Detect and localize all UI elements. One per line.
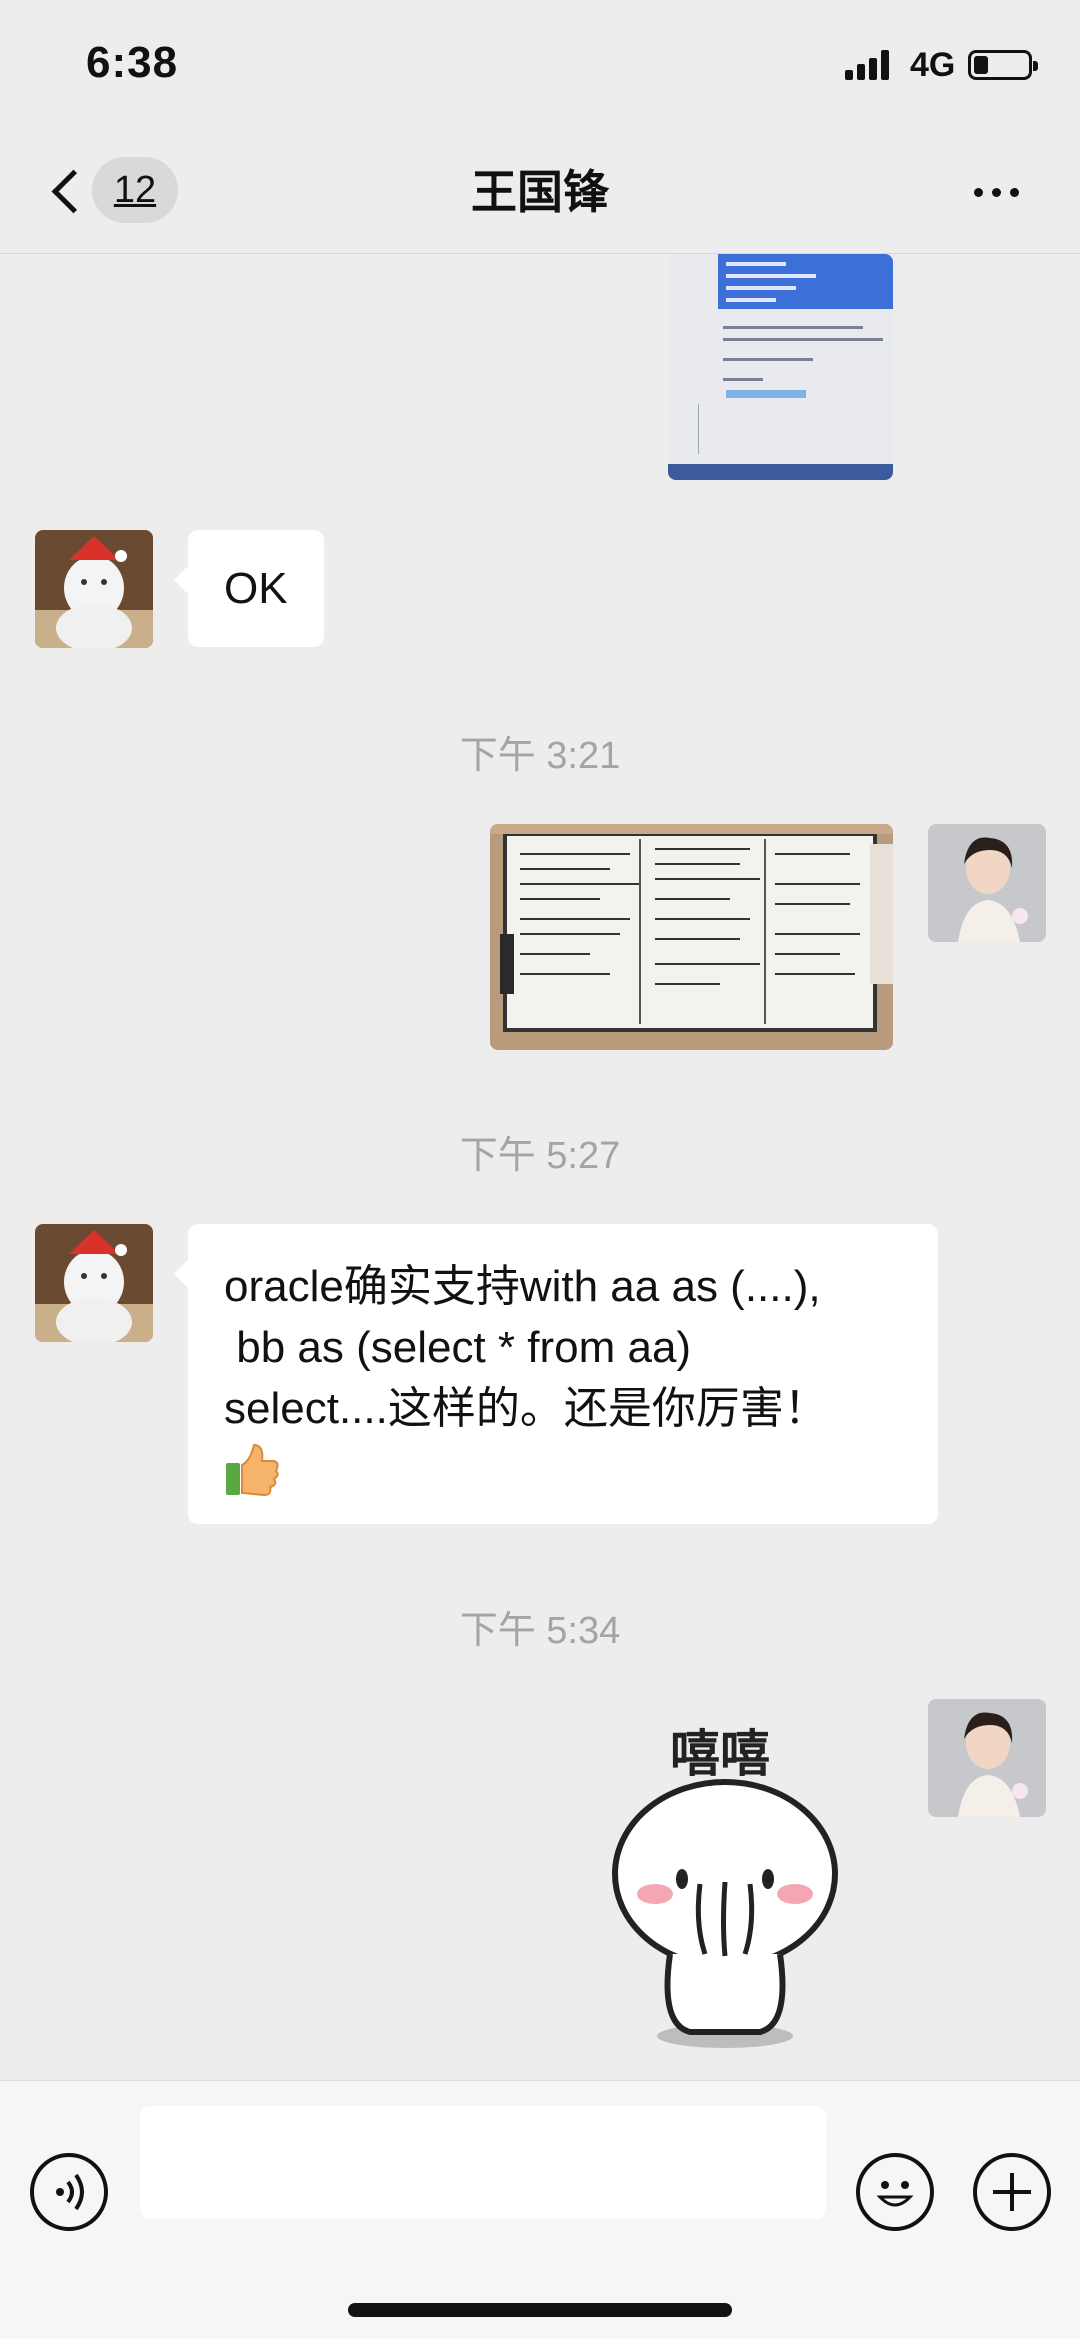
message-bubble-ok[interactable]: OK (174, 530, 324, 647)
message-sticker[interactable]: 嘻嘻 (600, 1714, 850, 2054)
chat-header: 12 王国锋 (0, 130, 1080, 254)
network-type: 4G (910, 46, 956, 84)
emoji-icon[interactable] (856, 2153, 934, 2231)
message-text-line: oracle确实支持with aa as (....), (224, 1262, 821, 1311)
message-image-whiteboard[interactable] (490, 824, 893, 1050)
message-bubble-oracle[interactable]: oracle确实支持with aa as (....), bb as (sele… (174, 1224, 938, 1524)
thumbs-up-icon (226, 1443, 279, 1497)
message-input[interactable] (140, 2106, 826, 2219)
unread-count-badge[interactable]: 12 (92, 157, 178, 223)
contact-avatar[interactable] (35, 1224, 153, 1342)
plus-icon[interactable] (973, 2153, 1051, 2231)
my-avatar[interactable] (928, 1699, 1046, 1817)
status-bar: 6:38 4G (0, 0, 1080, 130)
more-icon[interactable] (962, 168, 1032, 214)
message-text-line: bb as (select * from aa) (224, 1323, 692, 1372)
home-indicator[interactable] (348, 2303, 732, 2317)
message-timestamp: 下午 3:21 (459, 735, 621, 777)
message-image-code-screenshot[interactable] (668, 254, 893, 480)
sticker-image (612, 1779, 838, 2048)
status-time: 6:38 (86, 38, 179, 87)
my-avatar[interactable] (928, 824, 1046, 942)
message-list[interactable]: OK 下午 3:21 下午 5:27 oracle确实支持with aa as … (0, 254, 1080, 2080)
contact-avatar[interactable] (35, 530, 153, 648)
message-text-line: select....这样的。还是你厉害！ (224, 1384, 828, 1433)
message-text: OK (224, 564, 288, 613)
message-timestamp: 下午 5:34 (459, 1610, 621, 1652)
code-screenshot-image (668, 254, 893, 480)
voice-icon[interactable] (30, 2153, 108, 2231)
input-bar (0, 2080, 1080, 2339)
signal-icon (845, 50, 893, 80)
whiteboard-photo (490, 824, 893, 1050)
battery-icon (968, 50, 1038, 80)
message-timestamp: 下午 5:27 (459, 1135, 621, 1177)
